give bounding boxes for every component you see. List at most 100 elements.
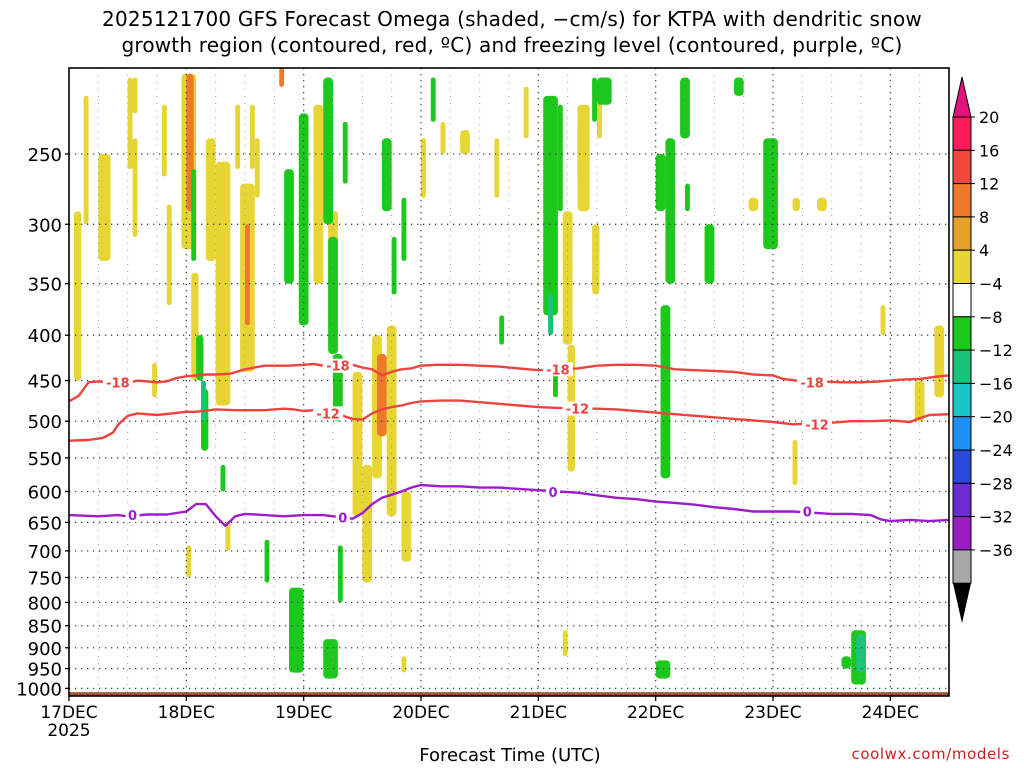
omega-shade-18 — [186, 545, 192, 578]
plot-area: -18 -18 -18 -18 -12 -12 -12 0 0 0 0 250 300 350 400 450… — [16, 67, 950, 741]
omega-shade-26 — [362, 464, 373, 583]
omega-shade-58 — [323, 77, 333, 225]
contour-label-1-1: -12 — [566, 403, 590, 418]
colorbar-label-8: −16 — [979, 374, 1013, 393]
omega-shade-59 — [328, 236, 338, 354]
contour-label-2-0: 0 — [128, 509, 137, 524]
omega-shade-41 — [748, 197, 759, 212]
colorbar-swatch-9 — [952, 416, 972, 451]
omega-shade-19 — [254, 138, 260, 198]
omega-shade-12 — [215, 161, 231, 406]
contour-label-2-1: 0 — [338, 512, 347, 527]
y-tick-label-450: 450 — [28, 372, 62, 393]
omega-shade-48 — [401, 656, 407, 673]
omega-shade-35 — [562, 211, 573, 345]
omega-shade-3 — [127, 77, 133, 170]
colorbar-swatch-8 — [952, 382, 972, 418]
omega-shade-87 — [856, 634, 866, 673]
y-tick-label-950: 950 — [28, 660, 62, 681]
colorbar-label-9: −20 — [979, 408, 1013, 427]
contour-label-2-2: 0 — [548, 486, 557, 501]
y-tick-label-850: 850 — [28, 617, 62, 638]
colorbar-swatch-5 — [952, 283, 972, 318]
omega-shade-43 — [817, 197, 827, 212]
x-tick-label-24DEC: 24DEC — [862, 703, 919, 723]
omega-shade-76 — [597, 77, 612, 105]
colorbar-label-11: −28 — [979, 474, 1013, 493]
omega-shade-50 — [152, 363, 157, 398]
omega-shade-51 — [191, 169, 197, 262]
y-tick-label-900: 900 — [28, 639, 62, 660]
colorbar-swatch-1 — [952, 149, 972, 185]
omega-shade-62 — [289, 587, 304, 673]
y-tick-label-500: 500 — [28, 412, 62, 433]
x-tick-label-22DEC: 22DEC — [627, 703, 684, 723]
colorbar-label-7: −12 — [979, 341, 1013, 360]
omega-shade-67 — [391, 236, 397, 295]
omega-shade-82 — [733, 77, 744, 96]
omega-shade-25 — [377, 353, 387, 437]
colorbar-swatch-13 — [952, 549, 972, 584]
colorbar-label-2: 12 — [979, 175, 999, 194]
omega-shade-29 — [421, 138, 426, 198]
omega-shade-32 — [494, 138, 500, 198]
omega-shade-7 — [166, 204, 172, 306]
omega-shade-13 — [235, 104, 241, 170]
omega-shade-38 — [577, 104, 590, 212]
omega-shade-88 — [841, 656, 852, 669]
omega-shade-1 — [83, 95, 89, 225]
omega-shade-64 — [323, 639, 338, 679]
omega-shade-11 — [205, 138, 216, 262]
omega-shade-79 — [685, 183, 690, 212]
omega-shade-0 — [73, 211, 82, 381]
colorbar-label-10: −24 — [979, 441, 1013, 460]
omega-shade-70 — [499, 315, 505, 345]
y-tick-label-400: 400 — [28, 326, 62, 347]
omega-shade-83 — [763, 138, 778, 250]
omega-shade-57 — [298, 113, 309, 326]
y-tick-label-350: 350 — [28, 275, 62, 296]
y-tick-label-300: 300 — [28, 215, 62, 236]
y-tick-label-600: 600 — [28, 482, 62, 503]
y-tick-label-750: 750 — [28, 568, 62, 589]
omega-shade-47 — [914, 380, 925, 422]
colorbar-swatch-0 — [952, 116, 972, 151]
omega-shade-66 — [381, 138, 392, 212]
x-tick-sublabel: 2025 — [47, 721, 90, 741]
x-tick-label-19DEC: 19DEC — [275, 703, 332, 723]
colorbar-label-3: 8 — [979, 208, 989, 227]
contour-label-0-3: -18 — [800, 376, 824, 391]
omega-shade-6 — [161, 104, 167, 177]
omega-shade-55 — [220, 464, 226, 492]
omega-shade-31 — [460, 130, 470, 155]
y-tick-label-700: 700 — [28, 542, 62, 563]
y-tick-label-650: 650 — [28, 513, 62, 534]
x-tick-label-23DEC: 23DEC — [744, 703, 801, 723]
omega-shade-78 — [665, 138, 676, 284]
omega-shade-72 — [548, 294, 553, 336]
omega-shade-84 — [660, 305, 671, 479]
y-tick-label-250: 250 — [28, 145, 62, 166]
contour-label-2-3: 0 — [803, 505, 812, 520]
omega-shade-61 — [342, 121, 348, 184]
contour-label-0-2: -18 — [546, 363, 570, 378]
colorbar-swatch-12 — [952, 516, 972, 551]
colorbar-swatch-7 — [952, 349, 972, 384]
x-tick-label-20DEC: 20DEC — [392, 703, 449, 723]
contour-label-1-2: -12 — [805, 418, 829, 433]
omega-shade-81 — [680, 77, 690, 139]
colorbar-swatch-4 — [952, 249, 972, 284]
omega-shade-69 — [430, 77, 436, 122]
source-credit: coolwx.com/models — [851, 745, 1010, 763]
x-tick-label-21DEC: 21DEC — [510, 703, 567, 723]
omega-shade-77 — [655, 154, 666, 212]
omega-shade-44 — [880, 305, 886, 336]
colorbar-bottom-arrow — [953, 583, 971, 624]
colorbar-swatch-10 — [952, 449, 972, 484]
omega-shade-42 — [792, 197, 800, 212]
omega-shade-39 — [592, 224, 600, 295]
omega-shade-75 — [592, 77, 597, 122]
omega-shade-65 — [337, 545, 343, 603]
omega-shade-2 — [98, 154, 111, 262]
contour-label-0-0: -18 — [106, 376, 130, 391]
